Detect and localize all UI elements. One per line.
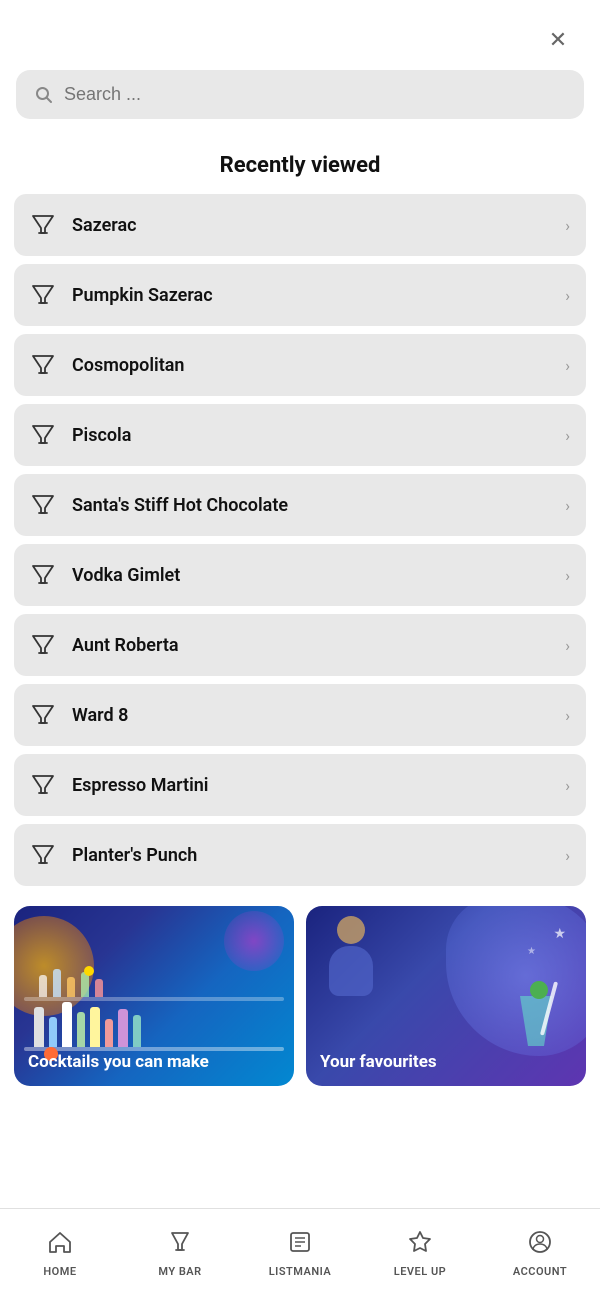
your-favourites-card[interactable]: ★ ★ Your favourites [306,906,586,1086]
cocktail-item-left: Vodka Gimlet [30,562,180,588]
cocktail-item-name: Sazerac [72,215,137,236]
nav-label-home: HOME [43,1265,76,1278]
header: ✕ [0,0,600,70]
cocktail-list-item[interactable]: Piscola › [14,404,586,466]
cocktail-glass-icon [30,562,56,588]
card-right-label: Your favourites [320,1052,437,1072]
cocktail-item-name: Pumpkin Sazerac [72,285,213,306]
nav-label-mybar: MY BAR [158,1265,201,1278]
chevron-right-icon: › [565,776,570,795]
cocktail-glass-icon [30,842,56,868]
nav-label-listmania: LISTMANIA [269,1265,332,1278]
cocktail-item-name: Santa's Stiff Hot Chocolate [72,495,288,516]
nav-label-account: ACCOUNT [513,1265,567,1278]
search-icon [34,85,54,105]
nav-icon-home [47,1229,73,1261]
chevron-right-icon: › [565,566,570,585]
recently-viewed-title: Recently viewed [0,143,600,194]
cocktail-list-item[interactable]: Aunt Roberta › [14,614,586,676]
cocktail-glass-icon [30,352,56,378]
cocktail-glass-icon [30,422,56,448]
cocktails-you-can-make-card[interactable]: Cocktails you can make [14,906,294,1086]
cocktail-list-item[interactable]: Cosmopolitan › [14,334,586,396]
chevron-right-icon: › [565,636,570,655]
card-left-label: Cocktails you can make [28,1052,209,1072]
nav-item-account[interactable]: ACCOUNT [480,1229,600,1278]
cocktail-glass-icon [30,212,56,238]
nav-spacer [0,1102,600,1202]
cocktail-item-left: Aunt Roberta [30,632,179,658]
chevron-right-icon: › [565,846,570,865]
nav-item-levelup[interactable]: LEVEL UP [360,1229,480,1278]
nav-item-listmania[interactable]: LISTMANIA [240,1229,360,1278]
cocktail-item-name: Ward 8 [72,705,128,726]
chevron-right-icon: › [565,356,570,375]
search-bar[interactable] [16,70,584,119]
bottom-navigation: HOME MY BAR LISTMANIA LEVEL UP ACCOUNT [0,1208,600,1298]
cocktail-item-name: Vodka Gimlet [72,565,180,586]
cocktail-item-left: Pumpkin Sazerac [30,282,213,308]
nav-label-levelup: LEVEL UP [394,1265,446,1278]
cocktail-item-name: Aunt Roberta [72,635,179,656]
cocktail-item-left: Planter's Punch [30,842,197,868]
chevron-right-icon: › [565,496,570,515]
search-bar-container [0,70,600,143]
cocktail-item-left: Piscola [30,422,131,448]
chevron-right-icon: › [565,706,570,725]
close-icon: ✕ [549,28,567,53]
cocktail-item-left: Sazerac [30,212,137,238]
cocktail-item-name: Piscola [72,425,131,446]
close-button[interactable]: ✕ [540,22,576,58]
cocktail-list-item[interactable]: Sazerac › [14,194,586,256]
cocktail-glass-icon [30,492,56,518]
cocktail-list-item[interactable]: Santa's Stiff Hot Chocolate › [14,474,586,536]
cocktail-glass-icon [30,632,56,658]
cocktail-glass-icon [30,702,56,728]
cards-section: Cocktails you can make ★ ★ Your [0,886,600,1102]
cocktail-item-left: Santa's Stiff Hot Chocolate [30,492,288,518]
cocktail-list-item[interactable]: Ward 8 › [14,684,586,746]
cocktail-item-left: Ward 8 [30,702,128,728]
nav-icon-mybar [167,1229,193,1261]
search-input[interactable] [64,84,566,105]
cocktail-list-item[interactable]: Espresso Martini › [14,754,586,816]
nav-item-home[interactable]: HOME [0,1229,120,1278]
cocktail-item-name: Espresso Martini [72,775,209,796]
cocktail-glass-icon [30,282,56,308]
chevron-right-icon: › [565,216,570,235]
nav-icon-listmania [287,1229,313,1261]
chevron-right-icon: › [565,426,570,445]
chevron-right-icon: › [565,286,570,305]
cocktail-item-name: Cosmopolitan [72,355,184,376]
cocktail-item-left: Cosmopolitan [30,352,184,378]
cocktail-list-item[interactable]: Pumpkin Sazerac › [14,264,586,326]
cocktail-item-name: Planter's Punch [72,845,197,866]
cocktail-list-item[interactable]: Vodka Gimlet › [14,544,586,606]
nav-item-mybar[interactable]: MY BAR [120,1229,240,1278]
cocktail-item-left: Espresso Martini [30,772,209,798]
cocktail-glass-icon [30,772,56,798]
cocktail-list: Sazerac › Pumpkin Sazerac › [0,194,600,886]
cocktail-list-item[interactable]: Planter's Punch › [14,824,586,886]
nav-icon-levelup [407,1229,433,1261]
nav-icon-account [527,1229,553,1261]
